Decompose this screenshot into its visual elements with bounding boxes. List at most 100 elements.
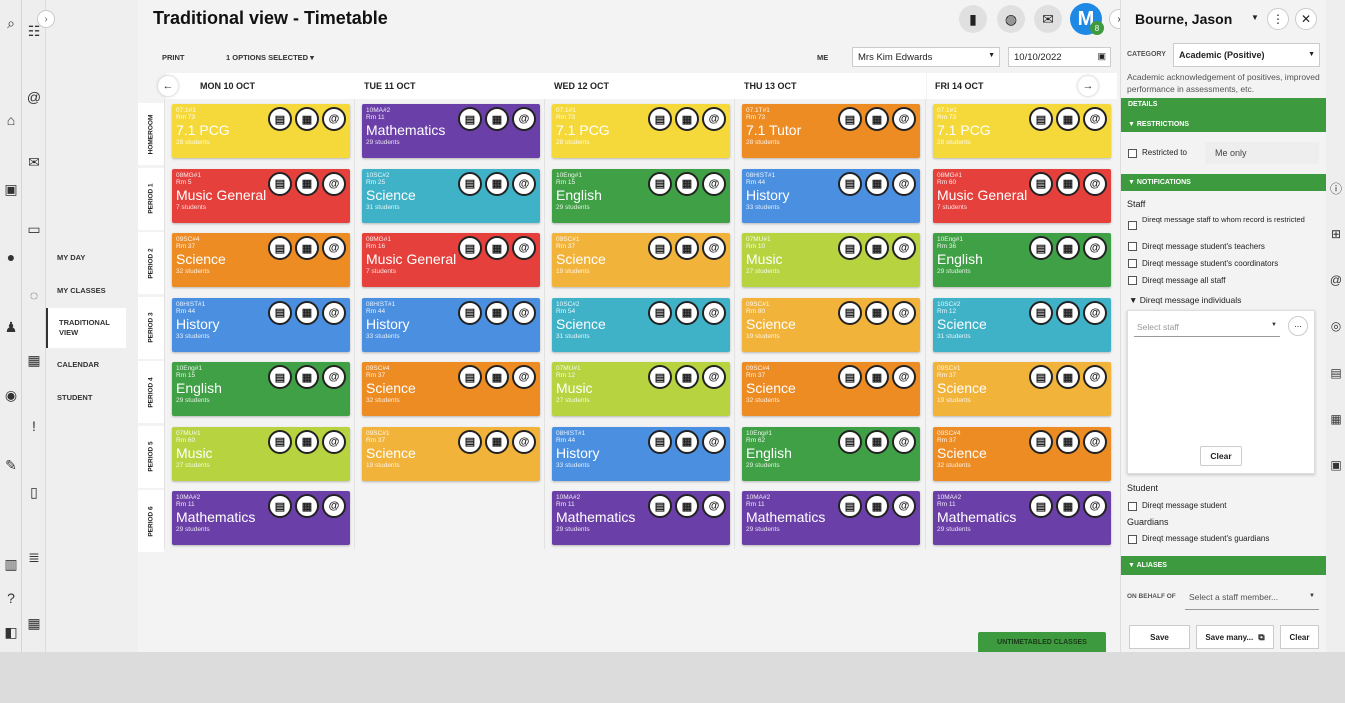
markbook-icon[interactable]: ▦ (865, 107, 889, 131)
markbook-icon[interactable]: ▦ (675, 171, 699, 196)
markbook-icon[interactable]: ▦ (865, 494, 889, 518)
class-card[interactable]: 08HIST#1 Rm 44 History 33 students ▤ ▦ @ (172, 297, 350, 352)
class-card[interactable]: 09SC#1 Rm 37 Science 19 students ▤ ▦ @ (933, 362, 1111, 416)
notes-icon[interactable]: ▦ (1328, 411, 1344, 427)
class-card[interactable]: 09SC#1 Rm 80 Science 19 students ▤ ▦ @ (742, 297, 920, 352)
class-card[interactable]: 10MA#2 Rm 11 Mathematics 29 students ▤ ▦ @ (933, 491, 1111, 545)
email-class-icon[interactable]: @ (892, 365, 916, 389)
roll-book-icon[interactable]: ▤ (458, 429, 482, 454)
markbook-icon[interactable]: ▦ (485, 236, 509, 260)
markbook-icon[interactable]: ▦ (295, 300, 319, 325)
next-week-arrow-icon[interactable]: → (1078, 76, 1098, 96)
roll-book-icon[interactable]: ▤ (268, 236, 292, 260)
markbook-icon[interactable]: ▦ (295, 429, 319, 454)
mail-icon[interactable]: ✉ (1034, 5, 1062, 33)
roll-book-icon[interactable]: ▤ (268, 300, 292, 325)
class-card[interactable]: 09SC#4 Rm 37 Science 32 students ▤ ▦ @ (742, 362, 920, 416)
email-class-icon[interactable]: @ (892, 171, 916, 196)
class-card[interactable]: 07MU#1 Rm 12 Music 27 students ▤ ▦ @ (552, 362, 730, 416)
class-card[interactable]: 09SC#1 Rm 37 Science 19 students ▤ ▦ @ (362, 426, 540, 481)
email-class-icon[interactable]: @ (1083, 429, 1107, 454)
roll-book-icon[interactable]: ▤ (648, 171, 672, 196)
notify-restricted-staff-checkbox[interactable] (1128, 221, 1137, 230)
class-card[interactable]: 10MA#2 Rm 11 Mathematics 29 students ▤ ▦ @ (552, 491, 730, 545)
markbook-icon[interactable]: ▦ (675, 107, 699, 131)
email-class-icon[interactable]: @ (702, 107, 726, 131)
roll-book-icon[interactable]: ▤ (458, 107, 482, 131)
card-icon[interactable]: ▣ (1328, 457, 1344, 473)
nav-traditional-view[interactable]: TRADITIONAL VIEW (46, 308, 126, 348)
class-card[interactable]: 09SC#4 Rm 37 Science 32 students ▤ ▦ @ (933, 426, 1111, 481)
save-button[interactable]: Save (1129, 625, 1190, 649)
calendar-icon[interactable]: ▦ (25, 614, 43, 632)
email-class-icon[interactable]: @ (892, 236, 916, 260)
class-card[interactable]: 09SC#4 Rm 37 Science 32 students ▤ ▦ @ (362, 362, 540, 416)
fire-icon[interactable]: ● (2, 248, 20, 266)
class-card[interactable]: 10Eng#1 Rm 36 English 29 students ▤ ▦ @ (933, 233, 1111, 287)
chat-icon[interactable]: ◌ (25, 286, 43, 304)
markbook-icon[interactable]: ▦ (1056, 300, 1080, 325)
notify-guardians-checkbox[interactable] (1128, 535, 1137, 544)
markbook-icon[interactable]: ▦ (865, 429, 889, 454)
list-icon[interactable]: ≣ (25, 548, 43, 566)
on-behalf-select[interactable]: Select a staff member... ▼ (1185, 584, 1319, 610)
more-options-button[interactable]: ... (1288, 316, 1308, 336)
class-card[interactable]: 10MA#2 Rm 11 Mathematics 29 students ▤ ▦ @ (172, 491, 350, 545)
markbook-icon[interactable]: ▦ (1056, 236, 1080, 260)
class-card[interactable]: 08MG#1 Rm 16 Music General 7 students ▤ ▦ @ (362, 233, 540, 287)
email-class-icon[interactable]: @ (322, 300, 346, 325)
folder-icon[interactable]: ▭ (25, 220, 43, 238)
restricted-to-field[interactable]: Me only (1205, 142, 1319, 164)
email-class-icon[interactable]: @ (512, 171, 536, 196)
email-class-icon[interactable]: @ (702, 300, 726, 325)
nav-my-day[interactable]: MY DAY (46, 253, 138, 263)
wrench-icon[interactable]: ✎ (2, 456, 20, 474)
class-card[interactable]: 07MU#1 Rm 60 Music 27 students ▤ ▦ @ (172, 426, 350, 481)
roll-book-icon[interactable]: ▤ (648, 429, 672, 454)
markbook-icon[interactable]: ▦ (675, 429, 699, 454)
notify-teachers-checkbox[interactable] (1128, 242, 1137, 251)
roll-book-icon[interactable]: ▤ (838, 236, 862, 260)
notify-all-staff-checkbox[interactable] (1128, 276, 1137, 285)
nav-calendar[interactable]: CALENDAR (46, 360, 138, 370)
roll-book-icon[interactable]: ▤ (1029, 107, 1053, 131)
class-card[interactable]: 10Eng#1 Rm 15 English 29 students ▤ ▦ @ (552, 168, 730, 223)
email-class-icon[interactable]: @ (702, 365, 726, 389)
email-class-icon[interactable]: @ (322, 236, 346, 260)
untimetabled-classes-button[interactable]: UNTIMETABLED CLASSES (978, 632, 1106, 652)
markbook-icon[interactable]: ▦ (485, 429, 509, 454)
markbook-icon[interactable]: ▦ (295, 236, 319, 260)
email-class-icon[interactable]: @ (1083, 365, 1107, 389)
email-class-icon[interactable]: @ (1083, 494, 1107, 518)
class-card[interactable]: 07.1#1 Rm 73 7.1 PCG 28 students ▤ ▦ @ (933, 104, 1111, 158)
roll-book-icon[interactable]: ▤ (648, 365, 672, 389)
class-card[interactable]: 08HIST#1 Rm 44 History 33 students ▤ ▦ @ (552, 426, 730, 481)
roll-book-icon[interactable]: ▤ (268, 365, 292, 389)
notifications-section-header[interactable]: ▼ NOTIFICATIONS (1121, 174, 1327, 191)
restrictions-label[interactable]: ▼ RESTRICTIONS (1128, 120, 1327, 130)
nav-my-classes[interactable]: MY CLASSES (46, 286, 138, 296)
notify-student-checkbox[interactable] (1128, 502, 1137, 511)
email-class-icon[interactable]: @ (322, 429, 346, 454)
print-button[interactable]: PRINT (162, 53, 185, 62)
prev-week-arrow-icon[interactable]: ← (158, 76, 178, 96)
roll-book-icon[interactable]: ▤ (268, 429, 292, 454)
roll-book-icon[interactable]: ▤ (268, 494, 292, 518)
email-class-icon[interactable]: @ (512, 429, 536, 454)
markbook-icon[interactable]: ▦ (295, 171, 319, 196)
roll-book-icon[interactable]: ▤ (1029, 494, 1053, 518)
email-class-icon[interactable]: @ (512, 300, 536, 325)
roll-book-icon[interactable]: ▤ (1029, 236, 1053, 260)
category-select[interactable]: Academic (Positive) ▼ (1173, 43, 1320, 67)
email-class-icon[interactable]: @ (892, 494, 916, 518)
email-class-icon[interactable]: @ (322, 107, 346, 131)
help-icon[interactable]: ? (2, 589, 20, 607)
door-icon[interactable]: ◧ (2, 623, 20, 641)
class-card[interactable]: 09SC#4 Rm 37 Science 32 students ▤ ▦ @ (172, 233, 350, 287)
markbook-icon[interactable]: ▦ (675, 365, 699, 389)
email-class-icon[interactable]: @ (1083, 300, 1107, 325)
email-class-icon[interactable]: @ (322, 365, 346, 389)
email-class-icon[interactable]: @ (702, 494, 726, 518)
roll-book-icon[interactable]: ▤ (1029, 171, 1053, 196)
info-icon[interactable]: ⓘ (1328, 180, 1344, 196)
